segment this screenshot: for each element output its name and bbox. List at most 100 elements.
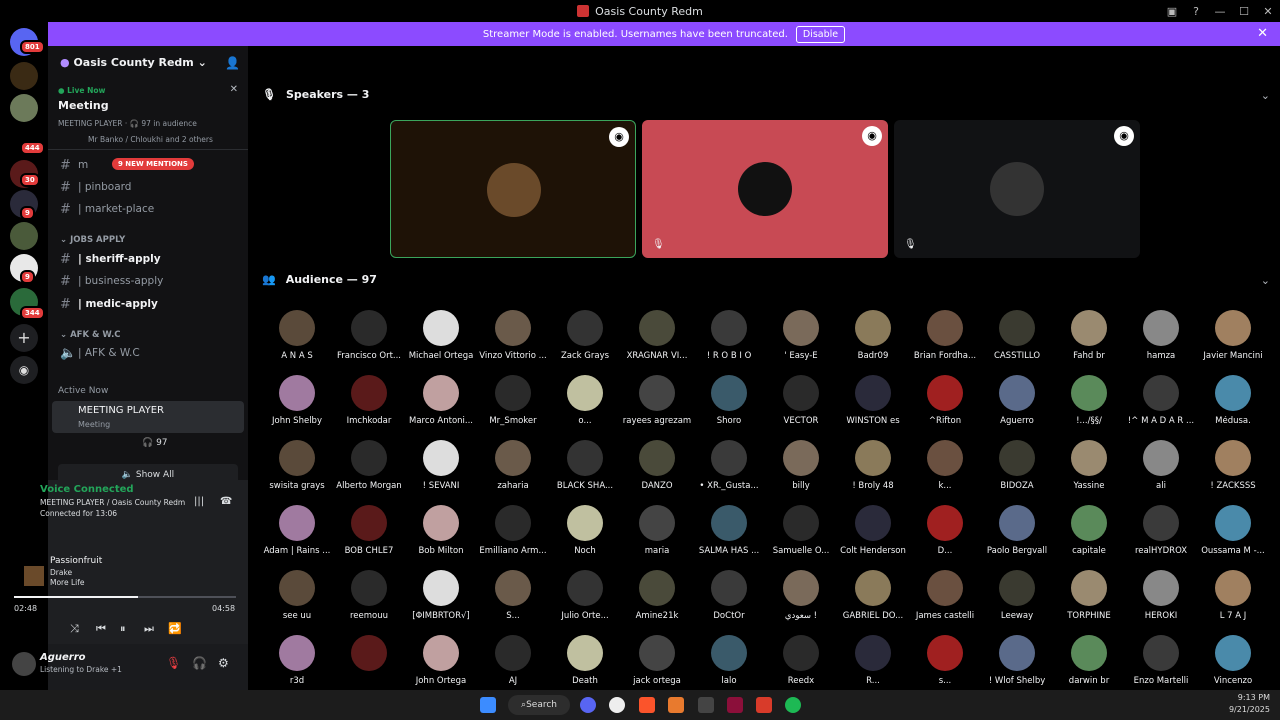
audience-member[interactable]: S... xyxy=(477,570,549,621)
audience-member[interactable]: BOB CHLE7 xyxy=(333,505,405,556)
audience-member[interactable]: maria xyxy=(621,505,693,556)
server-icon[interactable] xyxy=(10,94,38,122)
maximize-button[interactable]: ☐ xyxy=(1232,5,1256,18)
audience-member[interactable]: SALMA HAS ... xyxy=(693,505,765,556)
shuffle-icon[interactable]: ⤨ xyxy=(70,622,79,636)
audience-member[interactable]: capitale xyxy=(1053,505,1125,556)
discover-icon[interactable]: ◉ xyxy=(10,356,38,384)
camera-icon[interactable]: ◉ xyxy=(1114,126,1134,146)
next-icon[interactable]: ⏭ xyxy=(144,622,154,636)
audience-member[interactable]: John Ortega xyxy=(405,635,477,686)
audience-member[interactable]: ! Wlof Shelby xyxy=(981,635,1053,686)
audience-member[interactable]: reemouu xyxy=(333,570,405,621)
audience-member[interactable]: Emilliano Arm... xyxy=(477,505,549,556)
audience-member[interactable]: ! R O B I O xyxy=(693,310,765,361)
channel-pinboard[interactable]: # | pinboard xyxy=(60,177,244,197)
category-afk[interactable]: ⌄ AFK & W.C xyxy=(60,330,121,340)
audience-member[interactable]: ali xyxy=(1125,440,1197,491)
audience-member[interactable]: ^Rifton xyxy=(909,375,981,426)
close-icon[interactable]: ✕ xyxy=(1257,26,1268,41)
audience-member[interactable]: James castelli xyxy=(909,570,981,621)
audience-member[interactable]: hamza xyxy=(1125,310,1197,361)
audience-member[interactable]: BLACK SHA... xyxy=(549,440,621,491)
audience-member[interactable]: Francisco Ort... xyxy=(333,310,405,361)
avatar[interactable] xyxy=(12,652,36,676)
close-window-button[interactable]: ✕ xyxy=(1256,5,1280,18)
audience-member[interactable]: [ΦIMBRTOR√] xyxy=(405,570,477,621)
audience-member[interactable]: swisita grays xyxy=(261,440,333,491)
audience-member[interactable]: • XR._Gusta... xyxy=(693,440,765,491)
audience-member[interactable]: ! SEVANI xyxy=(405,440,477,491)
audience-member[interactable]: Aguerro xyxy=(981,375,1053,426)
audience-member[interactable]: s... xyxy=(909,635,981,686)
disable-button[interactable]: Disable xyxy=(795,25,846,43)
audience-member[interactable]: zaharia xyxy=(477,440,549,491)
live-stage-card[interactable]: ● Live Now ✕ Meeting MEETING PLAYER · 🎧 … xyxy=(48,80,248,150)
audience-member[interactable]: VECTOR xyxy=(765,375,837,426)
audience-member[interactable]: D... xyxy=(909,505,981,556)
audience-member[interactable]: WINSTON es xyxy=(837,375,909,426)
audience-member[interactable]: ! ZACKSSS xyxy=(1197,440,1269,491)
new-mentions-badge[interactable]: 9 NEW MENTIONS xyxy=(112,158,194,170)
help-icon[interactable]: ? xyxy=(1184,5,1208,18)
channel-sheriff-apply[interactable]: # | sheriff-apply xyxy=(60,249,244,269)
audience-member[interactable]: k... xyxy=(909,440,981,491)
audience-member[interactable]: TORPHINE xyxy=(1053,570,1125,621)
server-icon[interactable] xyxy=(10,222,38,250)
chevron-down-icon[interactable]: ⌄ xyxy=(1261,274,1270,287)
audience-member[interactable]: Amine21k xyxy=(621,570,693,621)
audience-member[interactable]: John Shelby xyxy=(261,375,333,426)
audience-member[interactable]: Alberto Morgan xyxy=(333,440,405,491)
disconnect-icon[interactable]: ☎ xyxy=(220,496,232,507)
audience-member[interactable]: rayees agrezam xyxy=(621,375,693,426)
speaker-tile[interactable]: ◉ 🎙 xyxy=(894,120,1140,258)
discord-taskbar-icon[interactable] xyxy=(580,697,596,713)
audience-member[interactable]: Shoro xyxy=(693,375,765,426)
repeat-icon[interactable]: 🔁 xyxy=(168,622,182,635)
pause-icon[interactable]: ⏸ xyxy=(120,622,126,636)
audience-member[interactable]: R... xyxy=(837,635,909,686)
audience-member[interactable]: Médusa. xyxy=(1197,375,1269,426)
audience-member[interactable]: Javier Mancini xyxy=(1197,310,1269,361)
audience-member[interactable]: o... xyxy=(549,375,621,426)
audience-member[interactable]: AJ xyxy=(477,635,549,686)
camera-icon[interactable]: ◉ xyxy=(862,126,882,146)
channel-afk[interactable]: 🔈 | AFK & W.C xyxy=(60,343,244,363)
audience-member[interactable]: jack ortega xyxy=(621,635,693,686)
server-header[interactable]: ● Oasis County Redm ⌄ xyxy=(60,56,207,69)
audience-member[interactable]: Brian Fordha... xyxy=(909,310,981,361)
audience-member[interactable]: Fahd br xyxy=(1053,310,1125,361)
audience-member[interactable]: Paolo Bergvall xyxy=(981,505,1053,556)
audience-member[interactable]: Noch xyxy=(549,505,621,556)
audience-member[interactable]: Julio Orte... xyxy=(549,570,621,621)
channel-market-place[interactable]: # | market-place xyxy=(60,199,244,219)
audience-member[interactable]: r3d xyxy=(261,635,333,686)
audience-member[interactable]: lalo xyxy=(693,635,765,686)
audience-member[interactable]: !.../§§/ xyxy=(1053,375,1125,426)
noise-icon[interactable]: ||| xyxy=(194,496,204,507)
audience-member[interactable]: ' Easy-E xyxy=(765,310,837,361)
audience-member[interactable]: XRAGNAR VI... xyxy=(621,310,693,361)
audience-member[interactable]: Enzo Martelli xyxy=(1125,635,1197,686)
audience-member[interactable]: DoCtOr xyxy=(693,570,765,621)
audience-member[interactable] xyxy=(333,635,405,676)
channel-business-apply[interactable]: # | business-apply xyxy=(60,271,244,291)
audience-member[interactable]: Vincenzo xyxy=(1197,635,1269,686)
audience-member[interactable]: Samuelle O... xyxy=(765,505,837,556)
previous-icon[interactable]: ⏮ xyxy=(96,622,106,636)
channel-medic-apply[interactable]: # | medic-apply xyxy=(60,294,244,314)
spotify-taskbar-icon[interactable] xyxy=(785,697,801,713)
headphones-icon[interactable]: 🎧 xyxy=(192,656,207,670)
audience-member[interactable]: Badr09 xyxy=(837,310,909,361)
windows-start-icon[interactable] xyxy=(480,697,496,713)
category-jobs-apply[interactable]: ⌄ JOBS APPLY xyxy=(60,235,125,245)
audience-member[interactable]: DANZO xyxy=(621,440,693,491)
audience-member[interactable]: HEROKI xyxy=(1125,570,1197,621)
close-icon[interactable]: ✕ xyxy=(230,84,238,95)
audience-member[interactable]: Oussama M -... xyxy=(1197,505,1269,556)
audience-member[interactable]: Yassine xyxy=(1053,440,1125,491)
audience-member[interactable]: billy xyxy=(765,440,837,491)
audience-member[interactable]: Zack Grays xyxy=(549,310,621,361)
camera-icon[interactable]: ◉ xyxy=(609,127,629,147)
audience-member[interactable]: L 7 A J xyxy=(1197,570,1269,621)
